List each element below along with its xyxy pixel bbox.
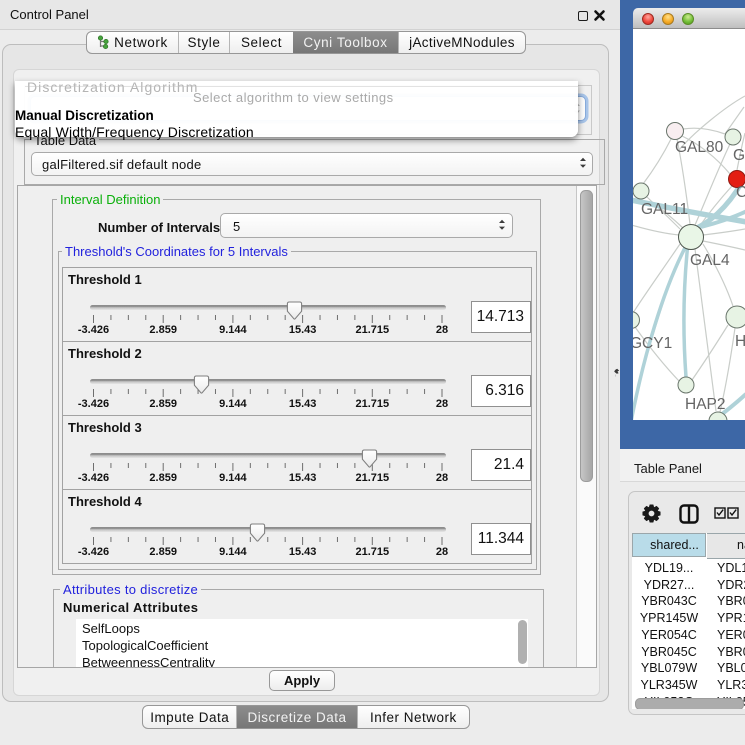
- svg-text:HAP2: HAP2: [685, 396, 726, 413]
- svg-text:GA: GA: [733, 147, 745, 164]
- svg-text:CR: CR: [736, 184, 745, 201]
- svg-text:GAL4: GAL4: [690, 252, 730, 269]
- svg-text:HS: HS: [735, 333, 745, 350]
- svg-text:GAL11: GAL11: [641, 201, 688, 218]
- svg-text:GAL80: GAL80: [675, 139, 724, 156]
- svg-text:GCY1: GCY1: [633, 335, 672, 352]
